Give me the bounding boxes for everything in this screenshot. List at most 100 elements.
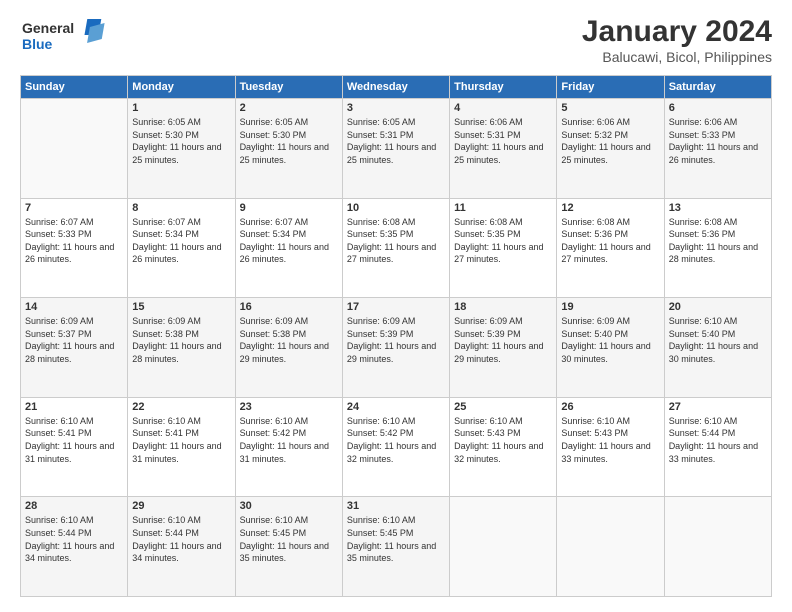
calendar-week-row: 21 Sunrise: 6:10 AMSunset: 5:41 PMDayligh… — [21, 397, 772, 497]
day-info: Sunrise: 6:05 AMSunset: 5:31 PMDaylight:… — [347, 117, 436, 165]
calendar-day-cell: 29 Sunrise: 6:10 AMSunset: 5:44 PMDayligh… — [128, 497, 235, 597]
day-info: Sunrise: 6:09 AMSunset: 5:40 PMDaylight:… — [561, 316, 650, 364]
location-subtitle: Balucawi, Bicol, Philippines — [582, 49, 772, 65]
header: General Blue January 2024 Balucawi, Bico… — [20, 15, 772, 65]
calendar-week-row: 1Sunrise: 6:05 AMSunset: 5:30 PMDaylight… — [21, 99, 772, 199]
day-number: 5 — [561, 102, 659, 114]
header-sunday: Sunday — [21, 76, 128, 99]
day-number: 14 — [25, 301, 123, 313]
day-info: Sunrise: 6:09 AMSunset: 5:38 PMDaylight:… — [132, 316, 221, 364]
calendar-day-cell: 26Sunrise: 6:10 AMSunset: 5:43 PMDayligh… — [557, 397, 664, 497]
calendar-day-cell: 5 Sunrise: 6:06 AMSunset: 5:32 PMDaylight… — [557, 99, 664, 199]
day-info: Sunrise: 6:06 AMSunset: 5:32 PMDaylight:… — [561, 117, 650, 165]
calendar-week-row: 7 Sunrise: 6:07 AMSunset: 5:33 PMDaylight… — [21, 198, 772, 298]
calendar-day-cell — [450, 497, 557, 597]
calendar-day-cell: 14Sunrise: 6:09 AMSunset: 5:37 PMDayligh… — [21, 298, 128, 398]
day-number: 8 — [132, 202, 230, 214]
day-info: Sunrise: 6:05 AMSunset: 5:30 PMDaylight:… — [132, 117, 221, 165]
calendar-day-cell: 28Sunrise: 6:10 AMSunset: 5:44 PMDayligh… — [21, 497, 128, 597]
calendar-day-cell: 8 Sunrise: 6:07 AMSunset: 5:34 PMDaylight… — [128, 198, 235, 298]
day-number: 9 — [240, 202, 338, 214]
day-number: 19 — [561, 301, 659, 313]
day-info: Sunrise: 6:08 AMSunset: 5:35 PMDaylight:… — [347, 217, 436, 265]
calendar-page: General Blue January 2024 Balucawi, Bico… — [0, 0, 792, 612]
logo-svg: General Blue — [20, 15, 110, 57]
day-number: 28 — [25, 500, 123, 512]
day-number: 10 — [347, 202, 445, 214]
header-thursday: Thursday — [450, 76, 557, 99]
day-info: Sunrise: 6:10 AMSunset: 5:45 PMDaylight:… — [347, 515, 436, 563]
calendar-day-cell: 20Sunrise: 6:10 AMSunset: 5:40 PMDayligh… — [664, 298, 771, 398]
logo: General Blue — [20, 15, 110, 62]
day-number: 13 — [669, 202, 767, 214]
day-number: 7 — [25, 202, 123, 214]
calendar-day-cell: 24 Sunrise: 6:10 AMSunset: 5:42 PMDayligh… — [342, 397, 449, 497]
day-info: Sunrise: 6:07 AMSunset: 5:34 PMDaylight:… — [132, 217, 221, 265]
day-number: 24 — [347, 401, 445, 413]
day-number: 20 — [669, 301, 767, 313]
calendar-day-cell: 1Sunrise: 6:05 AMSunset: 5:30 PMDaylight… — [128, 99, 235, 199]
calendar-week-row: 14Sunrise: 6:09 AMSunset: 5:37 PMDayligh… — [21, 298, 772, 398]
day-info: Sunrise: 6:10 AMSunset: 5:42 PMDaylight:… — [240, 416, 329, 464]
day-info: Sunrise: 6:10 AMSunset: 5:44 PMDaylight:… — [132, 515, 221, 563]
day-number: 2 — [240, 102, 338, 114]
day-number: 26 — [561, 401, 659, 413]
calendar-day-cell: 25 Sunrise: 6:10 AMSunset: 5:43 PMDayligh… — [450, 397, 557, 497]
calendar-day-cell: 2Sunrise: 6:05 AMSunset: 5:30 PMDaylight… — [235, 99, 342, 199]
calendar-day-cell: 3Sunrise: 6:05 AMSunset: 5:31 PMDaylight… — [342, 99, 449, 199]
day-number: 18 — [454, 301, 552, 313]
svg-text:Blue: Blue — [22, 36, 53, 52]
header-saturday: Saturday — [664, 76, 771, 99]
day-number: 22 — [132, 401, 230, 413]
calendar-day-cell: 16Sunrise: 6:09 AMSunset: 5:38 PMDayligh… — [235, 298, 342, 398]
header-tuesday: Tuesday — [235, 76, 342, 99]
calendar-day-cell: 30 Sunrise: 6:10 AMSunset: 5:45 PMDayligh… — [235, 497, 342, 597]
header-friday: Friday — [557, 76, 664, 99]
day-info: Sunrise: 6:06 AMSunset: 5:33 PMDaylight:… — [669, 117, 758, 165]
calendar-day-cell: 27 Sunrise: 6:10 AMSunset: 5:44 PMDayligh… — [664, 397, 771, 497]
title-block: January 2024 Balucawi, Bicol, Philippine… — [582, 15, 772, 65]
calendar-day-cell: 18 Sunrise: 6:09 AMSunset: 5:39 PMDayligh… — [450, 298, 557, 398]
svg-text:General: General — [22, 20, 74, 36]
day-number: 25 — [454, 401, 552, 413]
calendar-day-cell: 22 Sunrise: 6:10 AMSunset: 5:41 PMDayligh… — [128, 397, 235, 497]
day-info: Sunrise: 6:06 AMSunset: 5:31 PMDaylight:… — [454, 117, 543, 165]
day-info: Sunrise: 6:10 AMSunset: 5:45 PMDaylight:… — [240, 515, 329, 563]
day-info: Sunrise: 6:10 AMSunset: 5:44 PMDaylight:… — [669, 416, 758, 464]
day-info: Sunrise: 6:08 AMSunset: 5:36 PMDaylight:… — [561, 217, 650, 265]
calendar-day-cell: 21Sunrise: 6:10 AMSunset: 5:41 PMDayligh… — [21, 397, 128, 497]
day-number: 16 — [240, 301, 338, 313]
day-info: Sunrise: 6:10 AMSunset: 5:41 PMDaylight:… — [132, 416, 221, 464]
day-number: 23 — [240, 401, 338, 413]
day-number: 4 — [454, 102, 552, 114]
day-info: Sunrise: 6:10 AMSunset: 5:42 PMDaylight:… — [347, 416, 436, 464]
calendar-day-cell: 11 Sunrise: 6:08 AMSunset: 5:35 PMDayligh… — [450, 198, 557, 298]
day-number: 29 — [132, 500, 230, 512]
day-info: Sunrise: 6:07 AMSunset: 5:33 PMDaylight:… — [25, 217, 114, 265]
day-number: 6 — [669, 102, 767, 114]
calendar-day-cell: 6 Sunrise: 6:06 AMSunset: 5:33 PMDaylight… — [664, 99, 771, 199]
calendar-day-cell: 7 Sunrise: 6:07 AMSunset: 5:33 PMDaylight… — [21, 198, 128, 298]
calendar-day-cell — [21, 99, 128, 199]
calendar-day-cell — [557, 497, 664, 597]
calendar-week-row: 28 Sunrise: 6:10 AMSunset: 5:44 PMDayligh… — [21, 497, 772, 597]
day-number: 30 — [240, 500, 338, 512]
day-info: Sunrise: 6:08 AMSunset: 5:35 PMDaylight:… — [454, 217, 543, 265]
day-number: 15 — [132, 301, 230, 313]
day-info: Sunrise: 6:10 AMSunset: 5:43 PMDaylight:… — [454, 416, 543, 464]
day-number: 12 — [561, 202, 659, 214]
header-wednesday: Wednesday — [342, 76, 449, 99]
calendar-header-row: Sunday Monday Tuesday Wednesday Thursday… — [21, 76, 772, 99]
calendar-day-cell — [664, 497, 771, 597]
day-number: 21 — [25, 401, 123, 413]
day-number: 11 — [454, 202, 552, 214]
calendar-day-cell: 23 Sunrise: 6:10 AMSunset: 5:42 PMDayligh… — [235, 397, 342, 497]
calendar-day-cell: 15 Sunrise: 6:09 AMSunset: 5:38 PMDayligh… — [128, 298, 235, 398]
day-info: Sunrise: 6:09 AMSunset: 5:39 PMDaylight:… — [454, 316, 543, 364]
calendar-day-cell: 9Sunrise: 6:07 AMSunset: 5:34 PMDaylight… — [235, 198, 342, 298]
day-info: Sunrise: 6:09 AMSunset: 5:39 PMDaylight:… — [347, 316, 436, 364]
day-number: 17 — [347, 301, 445, 313]
calendar-day-cell: 4 Sunrise: 6:06 AMSunset: 5:31 PMDaylight… — [450, 99, 557, 199]
calendar-day-cell: 13Sunrise: 6:08 AMSunset: 5:36 PMDayligh… — [664, 198, 771, 298]
day-number: 27 — [669, 401, 767, 413]
